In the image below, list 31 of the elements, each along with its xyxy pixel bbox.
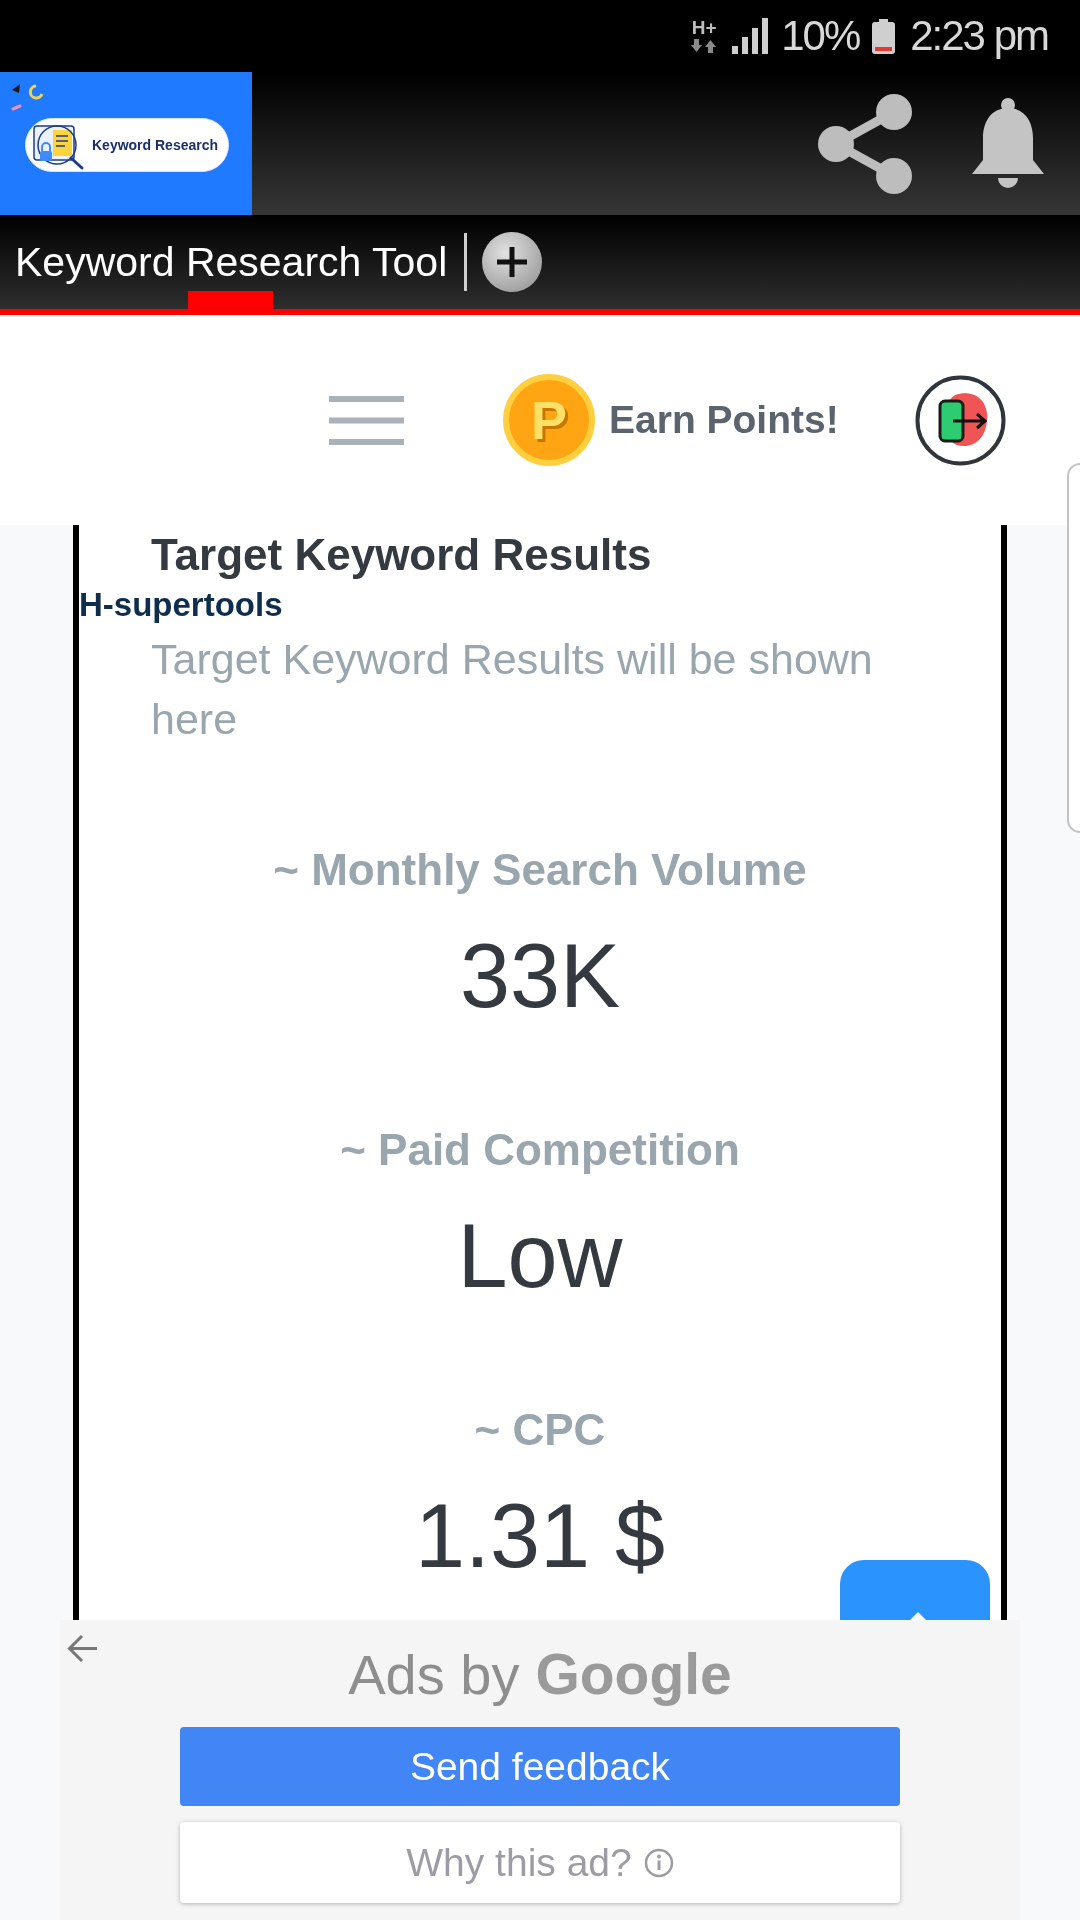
metric-label: ~ Paid Competition: [340, 1124, 740, 1176]
sparkle-icon: [10, 82, 44, 112]
share-icon[interactable]: [816, 92, 914, 195]
signal-icon: [732, 18, 770, 54]
site-logo-text: H-supertools: [79, 585, 283, 625]
metric-value: 1.31 $: [414, 1486, 666, 1586]
info-icon: [643, 1847, 674, 1878]
send-feedback-button[interactable]: Send feedback: [180, 1727, 900, 1806]
battery-percent: 10%: [781, 12, 860, 60]
network-type-label: H+: [691, 19, 717, 37]
metric-value: 33K: [459, 926, 621, 1026]
side-drawer-handle[interactable]: [1067, 463, 1080, 833]
earn-points-link[interactable]: Earn Points!: [609, 398, 839, 442]
scroll-top-button[interactable]: [840, 1560, 990, 1620]
data-arrows-icon: [691, 39, 718, 53]
metric-label: ~ Monthly Search Volume: [273, 844, 807, 896]
plus-icon: [495, 245, 530, 279]
metric-value: Low: [457, 1206, 623, 1306]
clock: 2:23 pm: [910, 12, 1048, 60]
back-arrow-icon[interactable]: [67, 1634, 98, 1663]
app-logo[interactable]: Keyword Research: [0, 72, 252, 215]
tab[interactable]: Keyword Research Tool: [15, 215, 448, 309]
metric-label: ~ CPC: [474, 1404, 606, 1456]
google-logo-text: Google: [535, 1641, 732, 1708]
exit-icon[interactable]: [914, 374, 1006, 466]
results-title: Target Keyword Results: [151, 529, 653, 581]
logo-text: Keyword Research: [92, 137, 219, 153]
battery-icon: [871, 18, 897, 54]
ads-by-label: Ads by: [348, 1642, 520, 1708]
results-message: Target Keyword Results will be shown here: [151, 634, 874, 745]
points-coin: P: [503, 374, 595, 466]
